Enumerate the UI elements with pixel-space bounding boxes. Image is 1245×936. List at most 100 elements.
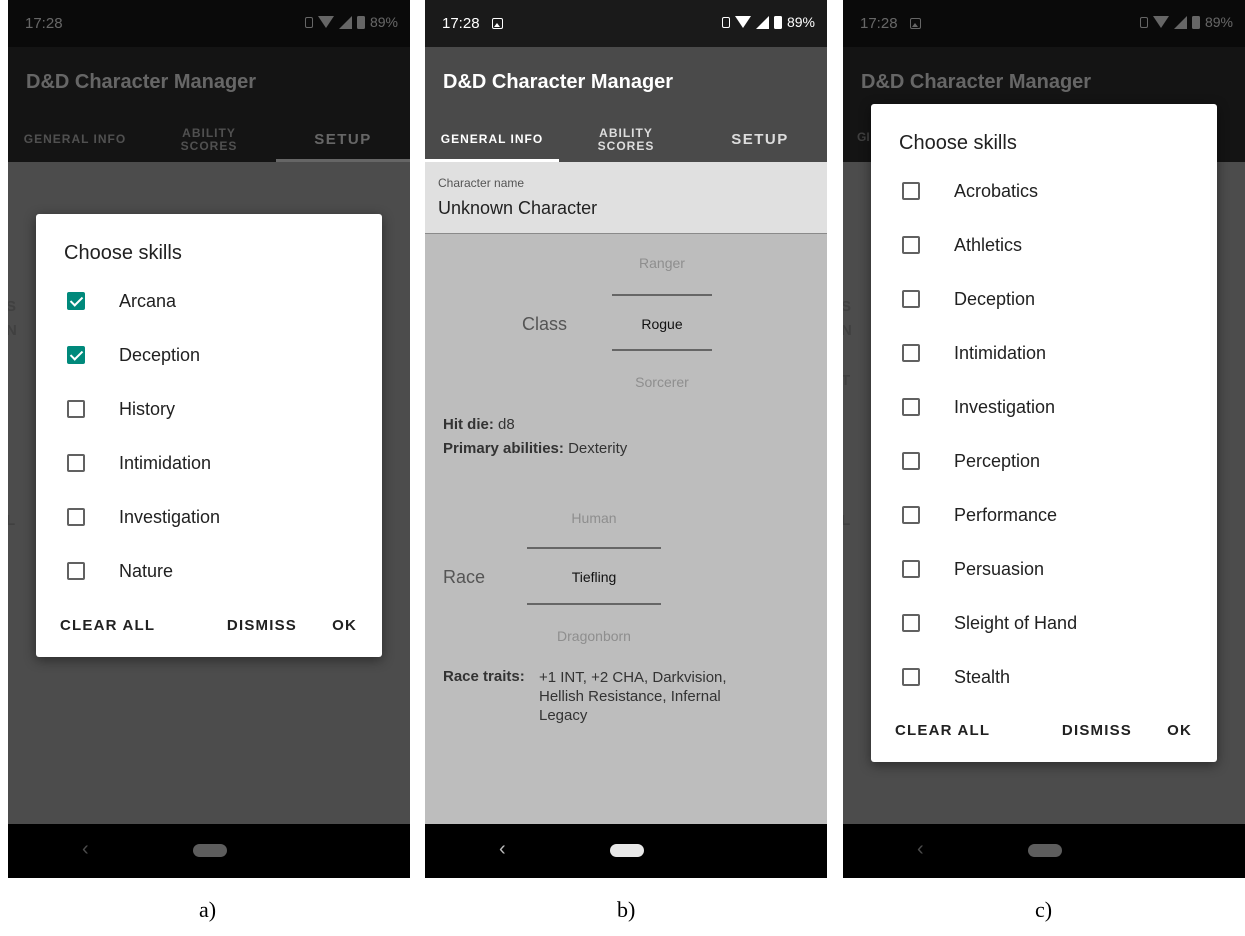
- battery-icon: [773, 15, 782, 29]
- primary-abilities-line: Primary abilities: Dexterity: [443, 440, 627, 457]
- checkbox[interactable]: [902, 182, 920, 200]
- skill-label: Intimidation: [119, 452, 212, 473]
- tab-setup[interactable]: SETUP: [693, 117, 827, 162]
- ok-button[interactable]: OK: [332, 617, 357, 634]
- skill-item[interactable]: Intimidation: [871, 326, 1217, 380]
- phone-screen-a: 17:28 89% D&D Character Manager GENERAL …: [8, 0, 410, 878]
- skill-label: Arcana: [119, 290, 177, 311]
- skill-label: Intimidation: [954, 342, 1047, 363]
- skill-label: Performance: [954, 504, 1058, 525]
- caption-a: a): [199, 897, 217, 922]
- class-picker-prev[interactable]: Ranger: [612, 255, 712, 271]
- dialog-actions: CLEAR ALL DISMISS OK: [871, 702, 1217, 762]
- image-icon: [492, 18, 503, 29]
- checkbox[interactable]: [67, 400, 85, 418]
- class-picker-selected[interactable]: Rogue: [612, 316, 712, 332]
- skill-item[interactable]: Acrobatics: [871, 164, 1217, 218]
- skill-item[interactable]: Stealth: [871, 650, 1217, 704]
- status-bar: 17:28 89%: [425, 0, 827, 47]
- character-name-label: Character name: [438, 176, 525, 190]
- primary-abilities-label: Primary abilities:: [443, 440, 564, 457]
- race-picker-selected[interactable]: Tiefling: [527, 569, 661, 585]
- skill-item[interactable]: Investigation: [36, 490, 382, 544]
- skill-list: Arcana Deception History Intimidation In…: [36, 274, 382, 598]
- choose-skills-dialog: Choose skills Acrobatics Athletics Decep…: [871, 104, 1217, 762]
- skill-item[interactable]: Persuasion: [871, 542, 1217, 596]
- skill-item[interactable]: Arcana: [36, 274, 382, 328]
- clear-all-button[interactable]: CLEAR ALL: [895, 722, 990, 739]
- skill-item[interactable]: Performance: [871, 488, 1217, 542]
- skill-list: Acrobatics Athletics Deception Intimidat…: [871, 164, 1217, 704]
- skill-label: Nature: [119, 560, 174, 581]
- skill-label: Deception: [119, 344, 201, 365]
- race-picker-prev[interactable]: Human: [527, 510, 661, 526]
- skill-item[interactable]: Deception: [871, 272, 1217, 326]
- hit-die-label: Hit die:: [443, 416, 494, 433]
- tab-bar: GENERAL INFO ABILITY SCORES SETUP: [425, 117, 827, 162]
- picker-divider: [612, 349, 712, 351]
- race-picker-next[interactable]: Dragonborn: [527, 628, 661, 644]
- battery-percent: 89%: [786, 14, 815, 30]
- picker-divider: [527, 547, 661, 549]
- checkbox-checked[interactable]: [67, 346, 85, 364]
- race-traits-line: +1 INT, +2 CHA, Darkvision,: [539, 669, 727, 686]
- checkbox[interactable]: [902, 614, 920, 632]
- dismiss-button[interactable]: DISMISS: [1062, 722, 1132, 739]
- caption-c: c): [1035, 897, 1053, 922]
- skill-label: Persuasion: [954, 558, 1045, 579]
- skill-item[interactable]: Perception: [871, 434, 1217, 488]
- phone-screen-b: 17:28 89% D&D Character Manager GENERAL …: [425, 0, 827, 878]
- checkbox[interactable]: [902, 452, 920, 470]
- choose-skills-dialog: Choose skills Arcana Deception History I…: [36, 214, 382, 657]
- race-traits: Race traits:: [443, 668, 525, 685]
- race-traits-value: +1 INT, +2 CHA, Darkvision, Hellish Resi…: [539, 668, 727, 725]
- checkbox[interactable]: [67, 508, 85, 526]
- dismiss-button[interactable]: DISMISS: [227, 617, 297, 634]
- checkbox-checked[interactable]: [67, 292, 85, 310]
- checkbox[interactable]: [902, 560, 920, 578]
- skill-item[interactable]: Intimidation: [36, 436, 382, 490]
- home-pill-icon[interactable]: [610, 844, 644, 857]
- clear-all-button[interactable]: CLEAR ALL: [60, 617, 155, 634]
- skill-label: Investigation: [119, 506, 221, 527]
- skill-item[interactable]: Sleight of Hand: [871, 596, 1217, 650]
- tab-ability-scores[interactable]: ABILITY SCORES: [559, 117, 693, 162]
- checkbox[interactable]: [902, 668, 920, 686]
- vibrate-icon: [721, 16, 730, 28]
- skill-item[interactable]: History: [36, 382, 382, 436]
- nav-bar: ‹: [425, 824, 827, 878]
- caption-b: b): [617, 897, 636, 922]
- ok-button[interactable]: OK: [1167, 722, 1192, 739]
- checkbox[interactable]: [67, 562, 85, 580]
- checkbox[interactable]: [902, 344, 920, 362]
- primary-abilities-value: Dexterity: [568, 440, 628, 457]
- checkbox[interactable]: [902, 236, 920, 254]
- dialog-actions: CLEAR ALL DISMISS OK: [36, 597, 382, 657]
- dialog-title: Choose skills: [899, 132, 1017, 154]
- skill-label: Sleight of Hand: [954, 612, 1078, 633]
- skill-label: Acrobatics: [954, 180, 1039, 201]
- back-icon[interactable]: ‹: [499, 838, 506, 861]
- class-picker-next[interactable]: Sorcerer: [612, 374, 712, 390]
- skill-item[interactable]: Athletics: [871, 218, 1217, 272]
- skill-label: Stealth: [954, 666, 1011, 687]
- skill-item[interactable]: Deception: [36, 328, 382, 382]
- app-title: D&D Character Manager: [443, 71, 674, 93]
- skill-item[interactable]: Investigation: [871, 380, 1217, 434]
- character-name-input[interactable]: Unknown Character: [438, 198, 597, 219]
- content-area: Character name Unknown Character Class R…: [425, 162, 827, 824]
- class-label: Class: [522, 314, 568, 334]
- phone-screen-c: 17:28 89% D&D Character Manager GI S N T…: [843, 0, 1245, 878]
- checkbox[interactable]: [902, 506, 920, 524]
- skill-label: Deception: [954, 288, 1036, 309]
- signal-icon: [755, 15, 769, 29]
- checkbox[interactable]: [67, 454, 85, 472]
- race-label: Race: [443, 567, 486, 587]
- checkbox[interactable]: [902, 398, 920, 416]
- system-icons: 89%: [721, 14, 815, 30]
- checkbox[interactable]: [902, 290, 920, 308]
- tab-general-info[interactable]: GENERAL INFO: [425, 117, 559, 162]
- picker-divider: [527, 603, 661, 605]
- skill-item[interactable]: Nature: [36, 544, 382, 598]
- character-name-field[interactable]: Character name Unknown Character: [425, 162, 827, 234]
